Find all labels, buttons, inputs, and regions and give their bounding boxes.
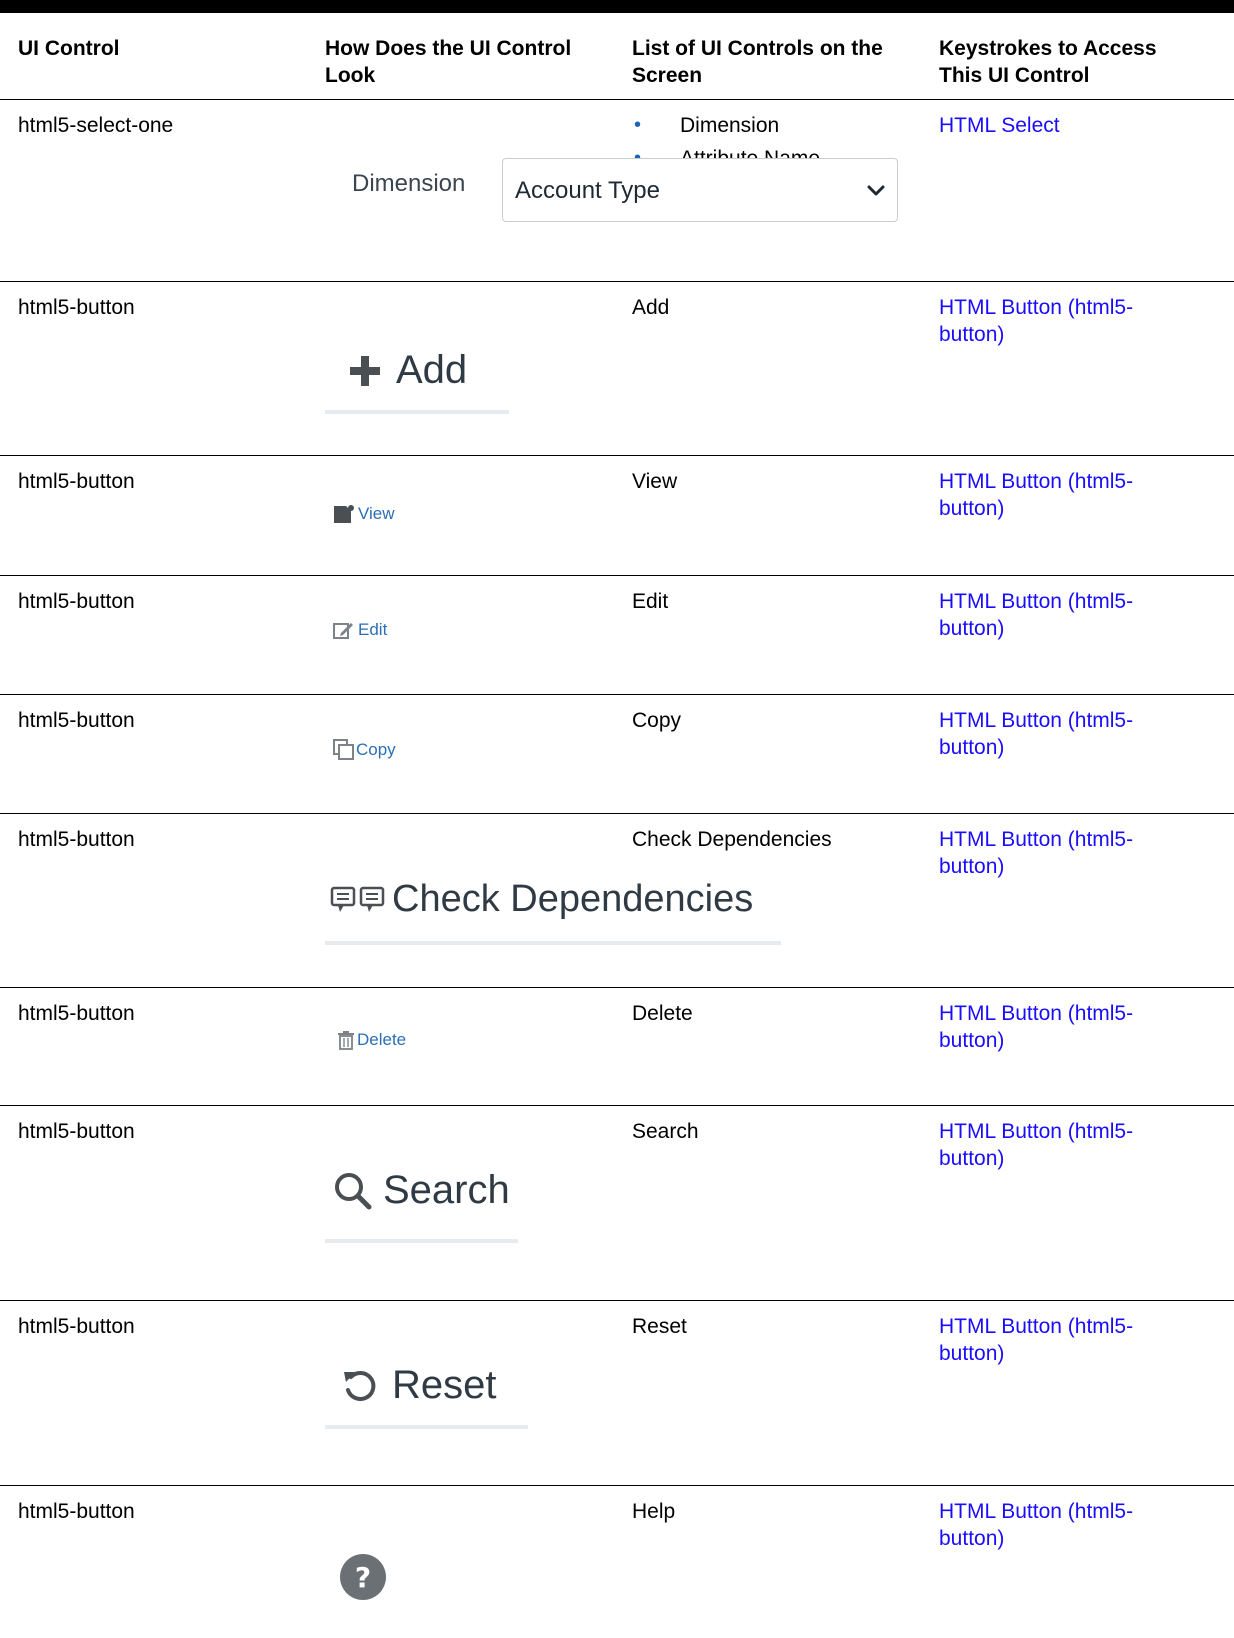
table-row: html5-button Reset HTML Button (html5- b… (0, 1301, 1234, 1485)
ui-control-cell: html5-button (18, 1315, 135, 1338)
table-row: html5-button Search HTML Button (html5- … (0, 1106, 1234, 1300)
html-button-link[interactable]: HTML Button (html5- button) (939, 588, 1209, 642)
trash-icon (338, 1031, 354, 1050)
controls-list-cell: Reset (632, 1315, 687, 1338)
dimension-select[interactable]: Account Type (502, 158, 898, 222)
controls-list-cell: Copy (632, 709, 682, 732)
delete-button-preview[interactable]: Delete (337, 1030, 406, 1050)
controls-list-cell: Search (632, 1120, 699, 1143)
header-text: List of UI Controls on the (632, 37, 883, 60)
html-button-link[interactable]: HTML Button (html5- button) (939, 1118, 1209, 1172)
search-icon (335, 1172, 372, 1209)
table-row: html5-button View HTML Button (html5- bu… (0, 456, 1234, 575)
chevron-down-icon (867, 185, 885, 196)
button-underline (325, 410, 509, 414)
search-button-preview[interactable]: Search (333, 1168, 510, 1213)
dimension-select-preview: Dimension Account Type (352, 158, 902, 228)
pencil-square-icon (333, 623, 353, 639)
reset-button-preview[interactable]: Reset (342, 1363, 497, 1408)
header-text: How Does the UI Control (325, 37, 572, 60)
html-button-link[interactable]: HTML Button (html5- button) (939, 1313, 1209, 1367)
table-row: html5-button Check Dependencies HTML But… (0, 814, 1234, 987)
top-rule (0, 0, 1234, 13)
controls-list-cell: Edit (632, 590, 669, 613)
controls-list-cell: Delete (632, 1002, 693, 1025)
table-header: UI Control How Does the UI Control Look … (0, 13, 1234, 99)
ui-control-cell: html5-button (18, 1002, 135, 1025)
ui-control-cell: html5-button (18, 1120, 135, 1143)
controls-list-cell: Check Dependencies (632, 828, 832, 851)
button-label: Search (383, 1168, 510, 1212)
ui-control-cell: html5-button (18, 296, 135, 319)
controls-list-cell: View (632, 470, 678, 493)
view-button-preview[interactable]: View (333, 504, 395, 524)
select-value: Account Type (515, 177, 660, 204)
ui-control-cell: html5-button (18, 1500, 135, 1523)
button-label: Delete (357, 1030, 407, 1049)
table-row: html5-select-one •Dimension •Attribute N… (0, 100, 1234, 281)
select-label: Dimension (352, 170, 466, 197)
header-keystrokes: Keystrokes to Access This UI Control (939, 35, 1209, 89)
copy-button-preview[interactable]: Copy (333, 739, 396, 761)
button-label: Reset (392, 1363, 497, 1407)
ui-control-cell: html5-select-one (18, 114, 174, 137)
document-page: UI Control How Does the UI Control Look … (0, 0, 1234, 1638)
button-label: Add (396, 348, 468, 392)
keystroke-cell: HTML Select (939, 112, 1209, 139)
button-label: Copy (356, 740, 396, 759)
dependencies-icon (330, 886, 385, 912)
header-text: Screen (632, 64, 703, 87)
html-button-link[interactable]: HTML Button (html5- button) (939, 826, 1209, 880)
table-row: html5-button Edit HTML Button (html5- bu… (0, 576, 1234, 694)
table-row: html5-button Add HTML Button (html5- but… (0, 282, 1234, 455)
controls-list-cell: Add (632, 296, 670, 319)
header-text: This UI Control (939, 64, 1090, 87)
add-button-preview[interactable]: Add (348, 348, 467, 393)
html-select-link[interactable]: HTML Select (939, 114, 1060, 137)
html-button-link[interactable]: HTML Button (html5- button) (939, 707, 1209, 761)
button-label: View (358, 504, 395, 523)
button-label: Check Dependencies (392, 878, 754, 920)
html-button-link[interactable]: HTML Button (html5- button) (939, 468, 1209, 522)
html-button-link[interactable]: HTML Button (html5- button) (939, 1498, 1209, 1552)
list-item: • Dimension (634, 114, 780, 137)
header-text: UI Control (18, 37, 120, 60)
header-look: How Does the UI Control Look (325, 35, 571, 89)
ui-control-cell: html5-button (18, 709, 135, 732)
header-controls-list: List of UI Controls on the Screen (632, 35, 883, 89)
header-text: Keystrokes to Access (939, 37, 1157, 60)
header-text: Look (325, 64, 376, 87)
button-underline (325, 1425, 528, 1429)
header-ui-control: UI Control (18, 35, 119, 62)
table-row: html5-button Help HTML Button (html5- bu… (0, 1486, 1234, 1638)
check-dependencies-button-preview[interactable]: Check Dependencies (330, 878, 753, 921)
html-button-link[interactable]: HTML Button (html5- button) (939, 1000, 1209, 1054)
button-underline (325, 941, 781, 945)
document-view-icon (334, 505, 354, 523)
ui-control-cell: html5-button (18, 828, 135, 851)
table-row: html5-button Copy HTML Button (html5- bu… (0, 695, 1234, 813)
ui-control-cell: html5-button (18, 590, 135, 613)
edit-button-preview[interactable]: Edit (333, 620, 387, 640)
help-icon: ? (340, 1554, 386, 1600)
help-button-preview[interactable]: ? (338, 1552, 388, 1602)
html-button-link[interactable]: HTML Button (html5- button) (939, 294, 1209, 348)
reset-icon (344, 1370, 376, 1401)
button-label: Edit (358, 620, 388, 639)
controls-list-cell: Help (632, 1500, 676, 1523)
svg-text:?: ? (355, 1561, 371, 1594)
ui-control-cell: html5-button (18, 470, 135, 493)
bullet-icon: • (634, 114, 642, 136)
plus-icon (350, 355, 380, 386)
table-row: html5-button Delete HTML Button (html5- … (0, 988, 1234, 1105)
copy-icon (333, 739, 354, 760)
button-underline (325, 1239, 518, 1243)
